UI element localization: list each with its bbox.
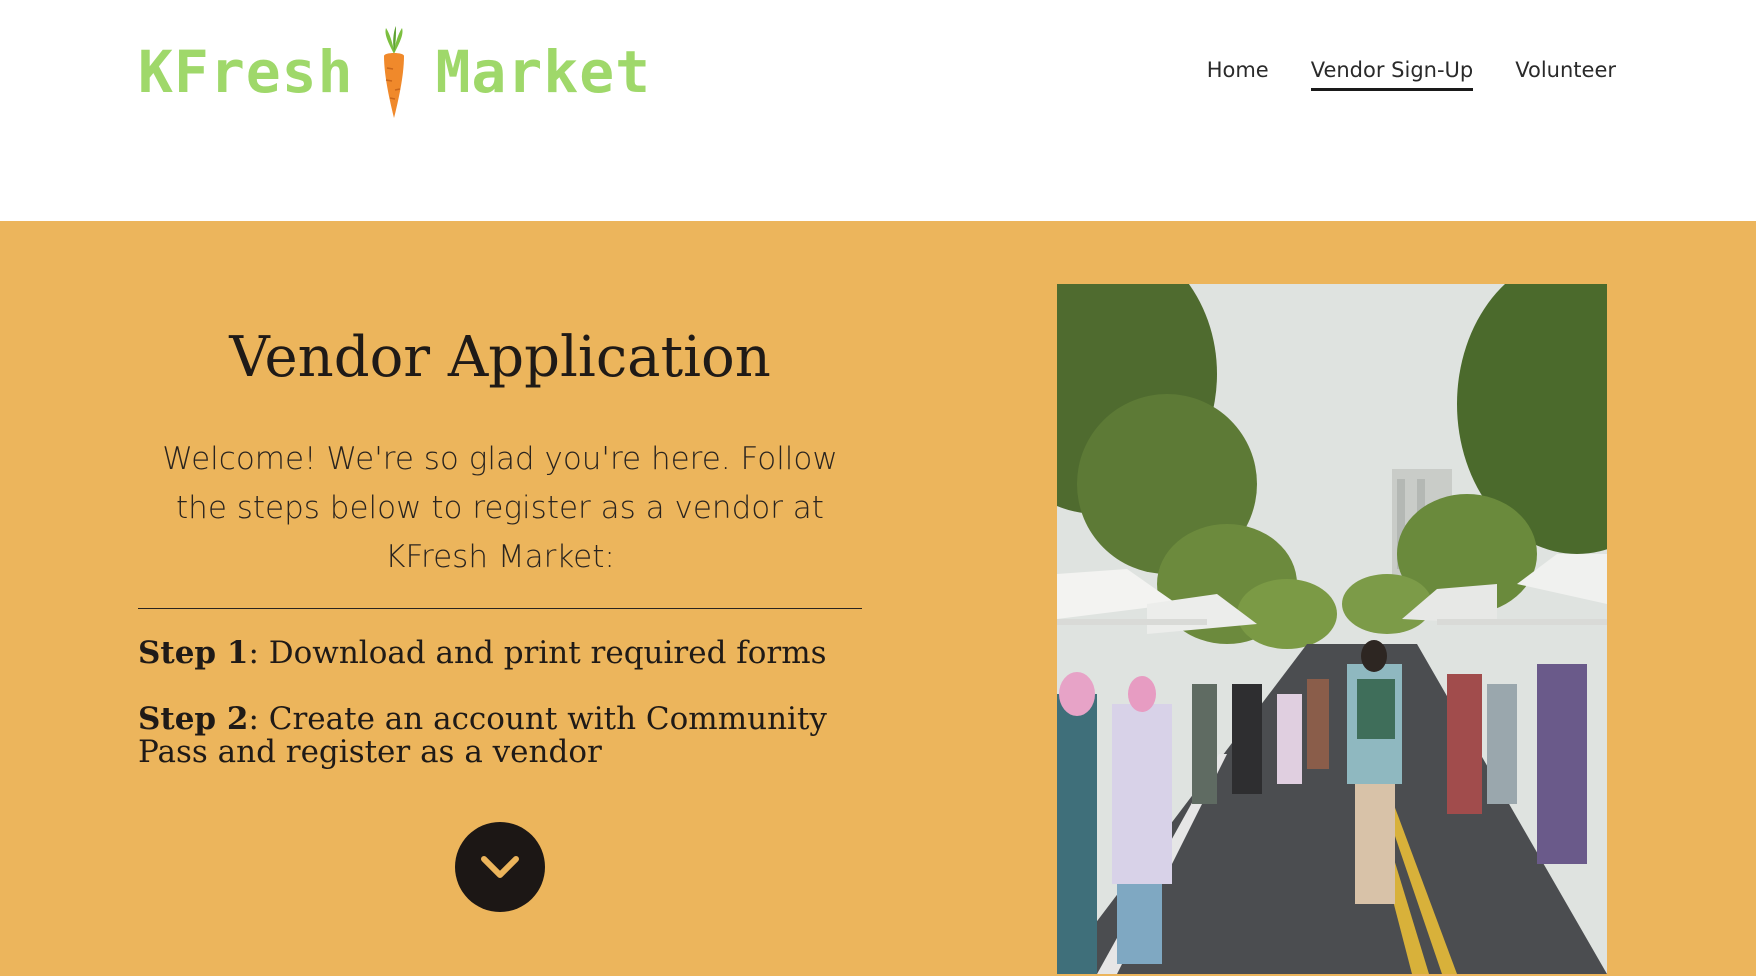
chevron-down-icon: [481, 856, 519, 878]
street-market-photo: [1057, 284, 1607, 974]
step-1-text: : Download and print required forms: [248, 635, 827, 671]
nav-item-home[interactable]: Home: [1207, 58, 1269, 91]
divider: [138, 608, 862, 609]
site-logo[interactable]: KFresh Market: [138, 22, 651, 122]
scroll-down-button[interactable]: [455, 822, 545, 912]
hero-section: Vendor Application Welcome! We're so gla…: [0, 221, 1756, 976]
main-nav: Home Vendor Sign-Up Volunteer: [1207, 58, 1616, 91]
logo-text-right: Market: [435, 38, 652, 106]
step-1: Step 1: Download and print required form…: [138, 637, 862, 670]
step-2: Step 2: Create an account with Community…: [138, 703, 862, 769]
step-2-label: Step 2: [138, 701, 249, 737]
logo-text-left: KFresh: [138, 38, 354, 106]
nav-item-vendor-sign-up[interactable]: Vendor Sign-Up: [1310, 58, 1474, 91]
step-1-label: Step 1: [138, 635, 249, 671]
nav-item-volunteer[interactable]: Volunteer: [1515, 58, 1616, 91]
page-title: Vendor Application: [229, 325, 771, 390]
page: KFresh Market Home Vendor Sign-Up Volunt…: [0, 0, 1756, 976]
welcome-text: Welcome! We're so glad you're here. Foll…: [162, 441, 838, 575]
site-header: KFresh Market Home Vendor Sign-Up Volunt…: [0, 0, 1756, 221]
carrot-icon: [374, 24, 414, 120]
